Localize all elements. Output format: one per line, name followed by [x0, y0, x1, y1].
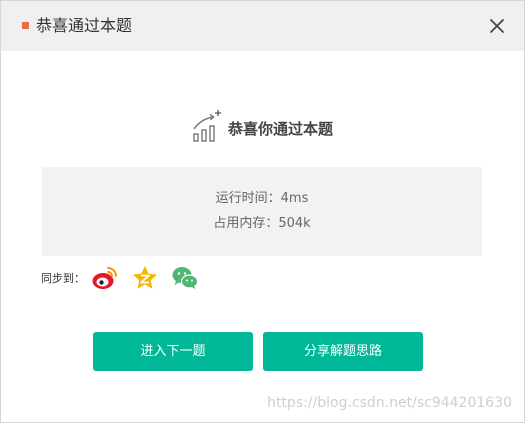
- dialog-titlebar: 恭喜通过本题: [1, 1, 524, 51]
- result-stats-panel: 运行时间：4ms 占用内存：504k: [42, 167, 482, 256]
- wechat-icon[interactable]: [171, 264, 199, 292]
- memory-stat: 占用内存：504k: [213, 216, 311, 231]
- close-icon[interactable]: [488, 17, 506, 35]
- success-message-row: 恭喜你通过本题: [1, 109, 524, 149]
- share-row: 同步到：: [41, 263, 211, 293]
- runtime-stat: 运行时间：4ms: [215, 191, 309, 206]
- watermark-text: https://blog.csdn.net/sc944201630: [267, 395, 512, 411]
- title-marker-icon: [22, 22, 29, 29]
- growth-chart-icon: [193, 110, 221, 142]
- qzone-icon[interactable]: [131, 264, 159, 292]
- dialog-title: 恭喜通过本题: [36, 16, 133, 35]
- success-message: 恭喜你通过本题: [227, 120, 333, 138]
- next-problem-button[interactable]: 进入下一题: [93, 332, 253, 371]
- share-solution-button[interactable]: 分享解题思路: [263, 332, 423, 371]
- weibo-icon[interactable]: [91, 264, 119, 292]
- share-label: 同步到：: [41, 272, 85, 285]
- success-dialog: 恭喜通过本题 恭喜你通过本题 运行时间：4ms 占用内存：504k 同步到： 进…: [0, 0, 525, 423]
